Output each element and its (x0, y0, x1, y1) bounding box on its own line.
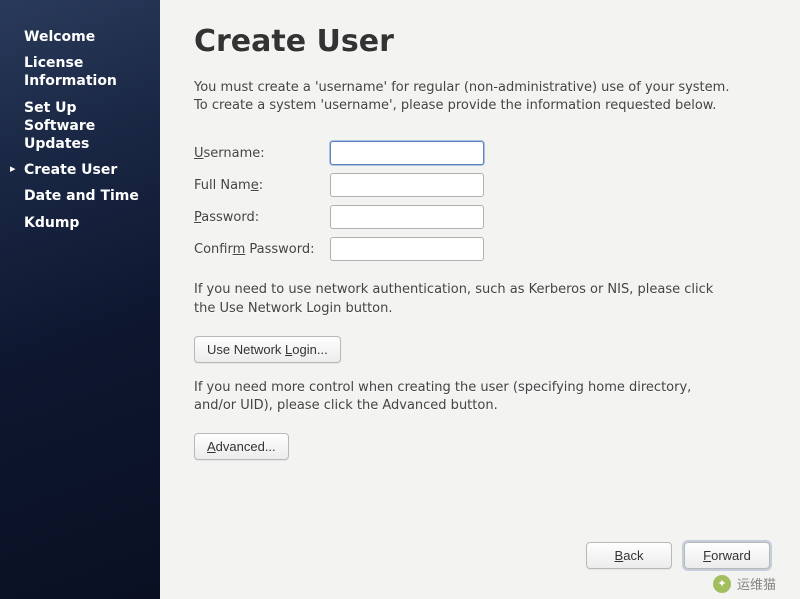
password-input[interactable] (330, 205, 484, 229)
sidebar-item-welcome[interactable]: Welcome (0, 24, 160, 50)
sidebar-item-kdump[interactable]: Kdump (0, 210, 160, 236)
form-row-username: Username: (194, 137, 770, 169)
sidebar: Welcome License Information Set Up Softw… (0, 0, 160, 599)
sidebar-item-label: Create User (24, 161, 117, 179)
watermark-text: 运维猫 (737, 574, 776, 593)
form-row-confirm: Confirm Password: (194, 233, 770, 265)
sidebar-item-label: Kdump (24, 214, 79, 232)
back-button[interactable]: Back (586, 542, 672, 569)
sidebar-item-label: Set Up Software Updates (24, 99, 150, 154)
step-marker-current-icon: ▸ (10, 162, 20, 176)
form-row-password: Password: (194, 201, 770, 233)
nav-button-row: Back Forward (586, 542, 770, 569)
sidebar-item-date-time[interactable]: Date and Time (0, 183, 160, 209)
user-form: Username: Full Name: Password: (194, 137, 770, 265)
sidebar-item-create-user[interactable]: ▸ Create User (0, 157, 160, 183)
advanced-button[interactable]: Advanced... (194, 433, 289, 460)
sidebar-item-label: Date and Time (24, 187, 139, 205)
use-network-login-button[interactable]: Use Network Login... (194, 336, 341, 363)
sidebar-item-label: License Information (24, 54, 150, 90)
setup-window: Welcome License Information Set Up Softw… (0, 0, 800, 599)
sidebar-item-license[interactable]: License Information (0, 50, 160, 94)
form-row-fullname: Full Name: (194, 169, 770, 201)
username-input[interactable] (330, 141, 484, 165)
confirm-label: Confirm Password: (194, 233, 330, 265)
forward-button[interactable]: Forward (684, 542, 770, 569)
main-panel: Create User You must create a 'username'… (160, 0, 800, 599)
network-login-info: If you need to use network authenticatio… (194, 281, 734, 317)
advanced-info: If you need more control when creating t… (194, 379, 734, 415)
watermark-icon: ✦ (713, 575, 731, 593)
username-label: Username: (194, 137, 330, 169)
watermark: ✦ 运维猫 (713, 574, 776, 593)
sidebar-item-label: Welcome (24, 28, 95, 46)
fullname-label: Full Name: (194, 169, 330, 201)
password-label: Password: (194, 201, 330, 233)
fullname-input[interactable] (330, 173, 484, 197)
sidebar-item-updates[interactable]: Set Up Software Updates (0, 95, 160, 158)
page-title: Create User (194, 24, 770, 59)
confirm-password-input[interactable] (330, 237, 484, 261)
intro-text: You must create a 'username' for regular… (194, 79, 734, 115)
